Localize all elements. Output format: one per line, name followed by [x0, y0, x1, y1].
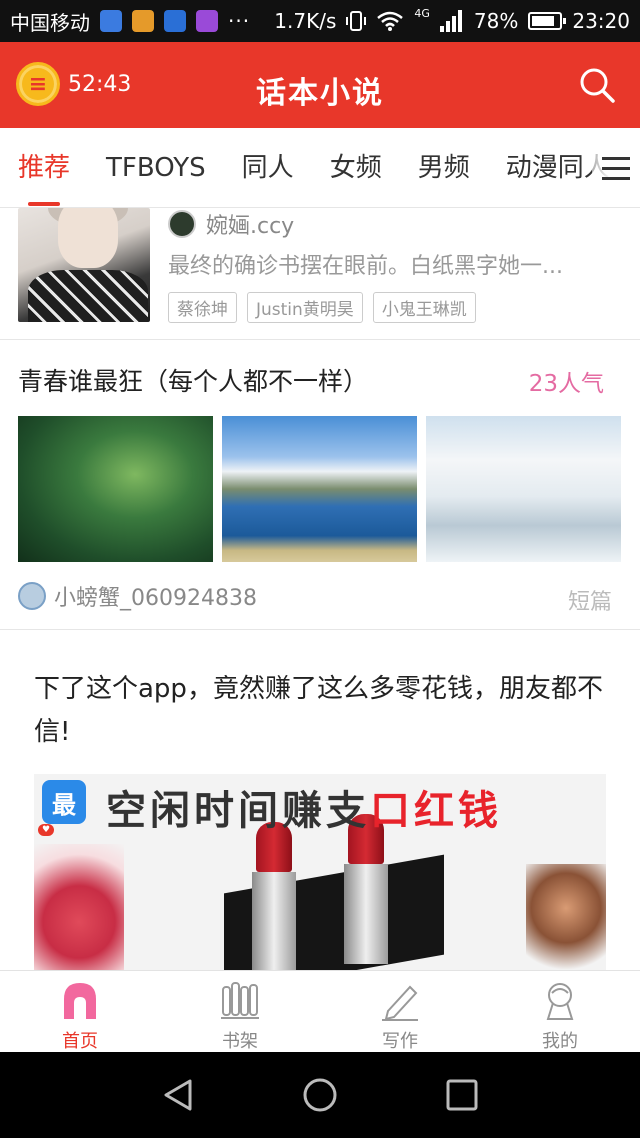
- tab-female[interactable]: 女频: [330, 128, 382, 207]
- author-name: 婉婳.ccy: [206, 214, 295, 239]
- rose-image: [526, 864, 606, 970]
- ad-text: 下了这个app，竟然赚了这么多零花钱，朋友都不信!: [34, 674, 603, 747]
- nav-profile-label: 我的: [542, 1031, 578, 1052]
- notification-app-icon: [100, 10, 122, 32]
- signal-icon: [439, 10, 462, 32]
- wifi-icon: [377, 11, 404, 31]
- forest-image[interactable]: [18, 416, 213, 562]
- app-screen: 中国移动 ··· 1.7K/s 4G 78% 23:20 ≡ 52:43 话本小…: [0, 0, 640, 1138]
- content-feed: 婉婳.ccy 最终的确诊书摆在眼前。白纸黑字她一... 蔡徐坤 Justin黄明…: [0, 208, 640, 970]
- tab-fanfic[interactable]: 同人: [242, 128, 294, 207]
- timer-value: 52:43: [68, 71, 132, 97]
- booklist-username: 小螃蟹_060924838: [54, 586, 257, 611]
- booklist-card[interactable]: 青春谁最狂（每个人都不一样） 23人气 小螃蟹_060924838 短篇: [0, 340, 640, 630]
- book-tag[interactable]: 蔡徐坤: [168, 292, 237, 323]
- network-speed: 1.7K/s: [274, 9, 337, 33]
- book-tags: 蔡徐坤 Justin黄明昊 小鬼王琳凯: [168, 292, 476, 323]
- tab-tfboys[interactable]: TFBOYS: [106, 128, 206, 207]
- status-indicators: 1.7K/s 4G 78% 23:20: [274, 6, 630, 34]
- category-tabs: 推荐 TFBOYS 同人 女频 男频 动漫同人: [0, 128, 640, 208]
- back-icon[interactable]: [158, 1075, 198, 1115]
- nav-bookshelf[interactable]: 书架: [160, 971, 320, 1053]
- profile-icon: [546, 983, 574, 1020]
- ad-badge-label: ♥: [38, 824, 55, 836]
- home-circle-icon[interactable]: [300, 1075, 340, 1115]
- lipstick-image: [252, 822, 296, 970]
- network-type: 4G: [414, 6, 430, 20]
- nav-home-label: 首页: [62, 1031, 98, 1052]
- lipstick-image: [344, 814, 388, 964]
- battery-percent: 78%: [473, 9, 519, 33]
- book-author: 婉婳.ccy: [168, 208, 294, 240]
- mountain-lake-image[interactable]: [222, 416, 417, 562]
- more-notifications-icon: ···: [228, 9, 251, 33]
- bottom-navigation: 首页 书架 写作 我的: [0, 970, 640, 1052]
- ad-headline-highlight: 口红钱: [370, 788, 502, 834]
- nav-home[interactable]: 首页: [0, 971, 160, 1053]
- nav-write[interactable]: 写作: [320, 971, 480, 1053]
- booklist-author[interactable]: 小螃蟹_060924838: [18, 580, 257, 612]
- book-cover-image[interactable]: [18, 208, 150, 322]
- booklist-title: 青春谁最狂（每个人都不一样）: [18, 367, 369, 396]
- nav-bookshelf-label: 书架: [222, 1031, 258, 1052]
- ad-card[interactable]: 下了这个app，竟然赚了这么多零花钱，朋友都不信! 最 ♥ 空闲时间赚支口红钱: [0, 630, 640, 970]
- booklist-popularity: 23人气: [528, 371, 604, 397]
- recent-apps-icon[interactable]: [442, 1075, 482, 1115]
- ad-headline: 空闲时间赚支口红钱: [106, 778, 502, 836]
- reading-timer[interactable]: ≡ 52:43: [16, 62, 131, 106]
- snow-castle-image[interactable]: [426, 416, 621, 562]
- ad-headline-part: 空闲时间赚支: [106, 788, 370, 834]
- book-tag[interactable]: 小鬼王琳凯: [372, 292, 476, 323]
- ad-app-icon: 最: [42, 780, 86, 824]
- nav-write-label: 写作: [382, 1031, 418, 1052]
- app-header: ≡ 52:43 话本小说: [0, 42, 640, 128]
- notification-video-icon: [164, 10, 186, 32]
- book-description: 最终的确诊书摆在眼前。白纸黑字她一...: [168, 254, 563, 279]
- search-icon[interactable]: [578, 66, 616, 104]
- bookshelf-icon: [221, 982, 259, 1019]
- flowers-image: [34, 844, 124, 970]
- notification-gallery-icon: [196, 10, 218, 32]
- author-avatar: [168, 210, 196, 238]
- booklist-type: 短篇: [567, 590, 612, 615]
- alarm-clock-icon: ≡: [16, 62, 60, 106]
- carrier-label: 中国移动: [10, 10, 90, 35]
- user-avatar: [18, 582, 46, 610]
- ad-banner-image[interactable]: 最 ♥ 空闲时间赚支口红钱: [34, 774, 606, 970]
- vibrate-icon: [346, 11, 367, 31]
- tab-menu-icon[interactable]: [592, 128, 640, 207]
- tab-male[interactable]: 男频: [418, 128, 470, 207]
- pen-icon: [382, 985, 418, 1021]
- clock: 23:20: [572, 9, 630, 33]
- system-navigation-bar: [0, 1052, 640, 1138]
- book-tag[interactable]: Justin黄明昊: [247, 292, 363, 323]
- nav-profile[interactable]: 我的: [480, 971, 640, 1053]
- notification-app-icon: [132, 10, 154, 32]
- booklist-images: [18, 416, 621, 562]
- status-bar: 中国移动 ··· 1.7K/s 4G 78% 23:20: [0, 0, 640, 42]
- home-icon: [64, 983, 96, 1019]
- battery-icon: [528, 12, 567, 30]
- tab-recommend[interactable]: 推荐: [18, 128, 70, 207]
- book-card[interactable]: 婉婳.ccy 最终的确诊书摆在眼前。白纸黑字她一... 蔡徐坤 Justin黄明…: [0, 208, 640, 340]
